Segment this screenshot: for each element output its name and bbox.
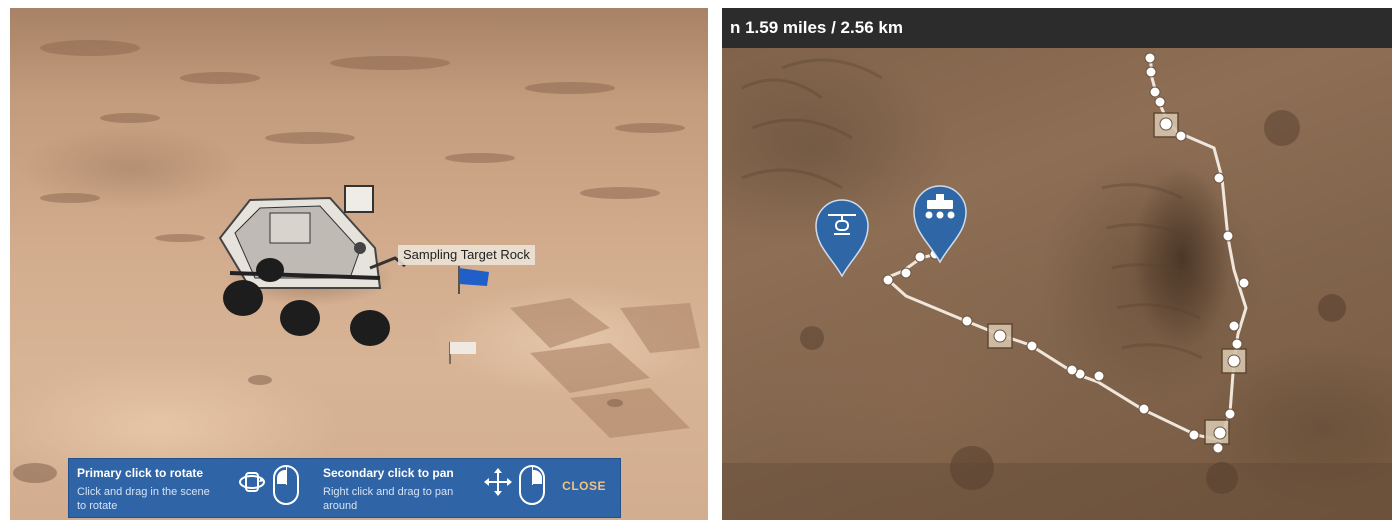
rover-marker[interactable] xyxy=(912,184,968,264)
pan-help-description: Right click and drag to pan around xyxy=(323,486,454,512)
controls-help-bar: Primary click to rotate Click and drag i… xyxy=(68,458,621,518)
rotate-help-title: Primary click to rotate xyxy=(77,466,204,480)
rotate-help-description: Click and drag in the scene to rotate xyxy=(77,486,210,512)
pan-arrows-icon xyxy=(484,468,512,496)
traverse-map[interactable]: n 1.59 miles / 2.56 km xyxy=(722,8,1392,520)
rotate-icon xyxy=(239,472,265,492)
distance-readout-bar: n 1.59 miles / 2.56 km xyxy=(722,8,1392,48)
perseverance-rover-model[interactable] xyxy=(210,178,420,358)
pan-help: Secondary click to pan Right click and d… xyxy=(323,465,461,513)
rotate-help: Primary click to rotate Click and drag i… xyxy=(77,465,215,513)
mouse-right-click-icon xyxy=(519,465,545,505)
pan-help-title: Secondary click to pan xyxy=(323,466,454,480)
sampling-target-flag[interactable] xyxy=(455,266,495,296)
mouse-left-click-icon xyxy=(273,465,299,505)
distance-readout: n 1.59 miles / 2.56 km xyxy=(730,18,903,37)
marker-flag xyxy=(449,342,476,364)
sampling-target-label: Sampling Target Rock xyxy=(398,245,535,265)
helicopter-marker[interactable] xyxy=(814,198,870,278)
close-button[interactable]: CLOSE xyxy=(562,479,606,493)
rover-3d-viewer[interactable]: Sampling Target Rock Primary click to ro… xyxy=(10,8,708,520)
